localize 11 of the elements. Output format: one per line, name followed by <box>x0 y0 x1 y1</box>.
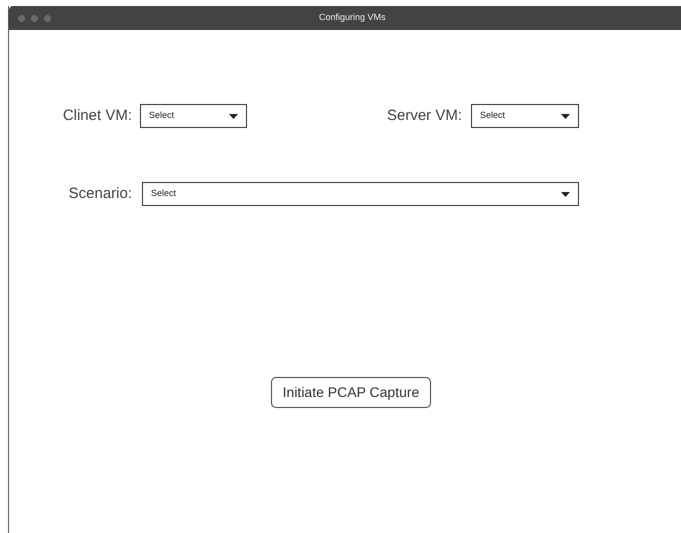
caret-icon <box>561 192 570 196</box>
caret-icon <box>561 114 570 118</box>
select-dropdown[interactable]: Select <box>142 182 579 206</box>
select-dropdown[interactable]: Select <box>140 104 247 128</box>
caret-icon <box>229 114 238 118</box>
field-label: Server VM: <box>386 106 462 126</box>
capture-button[interactable]: Initiate PCAP Capture <box>271 377 431 408</box>
field-label: Scenario: <box>68 184 132 204</box>
window-title: Configuring VMs <box>319 11 386 24</box>
select-dropdown[interactable]: Select <box>471 104 579 128</box>
field-label: Clinet VM: <box>62 106 132 126</box>
